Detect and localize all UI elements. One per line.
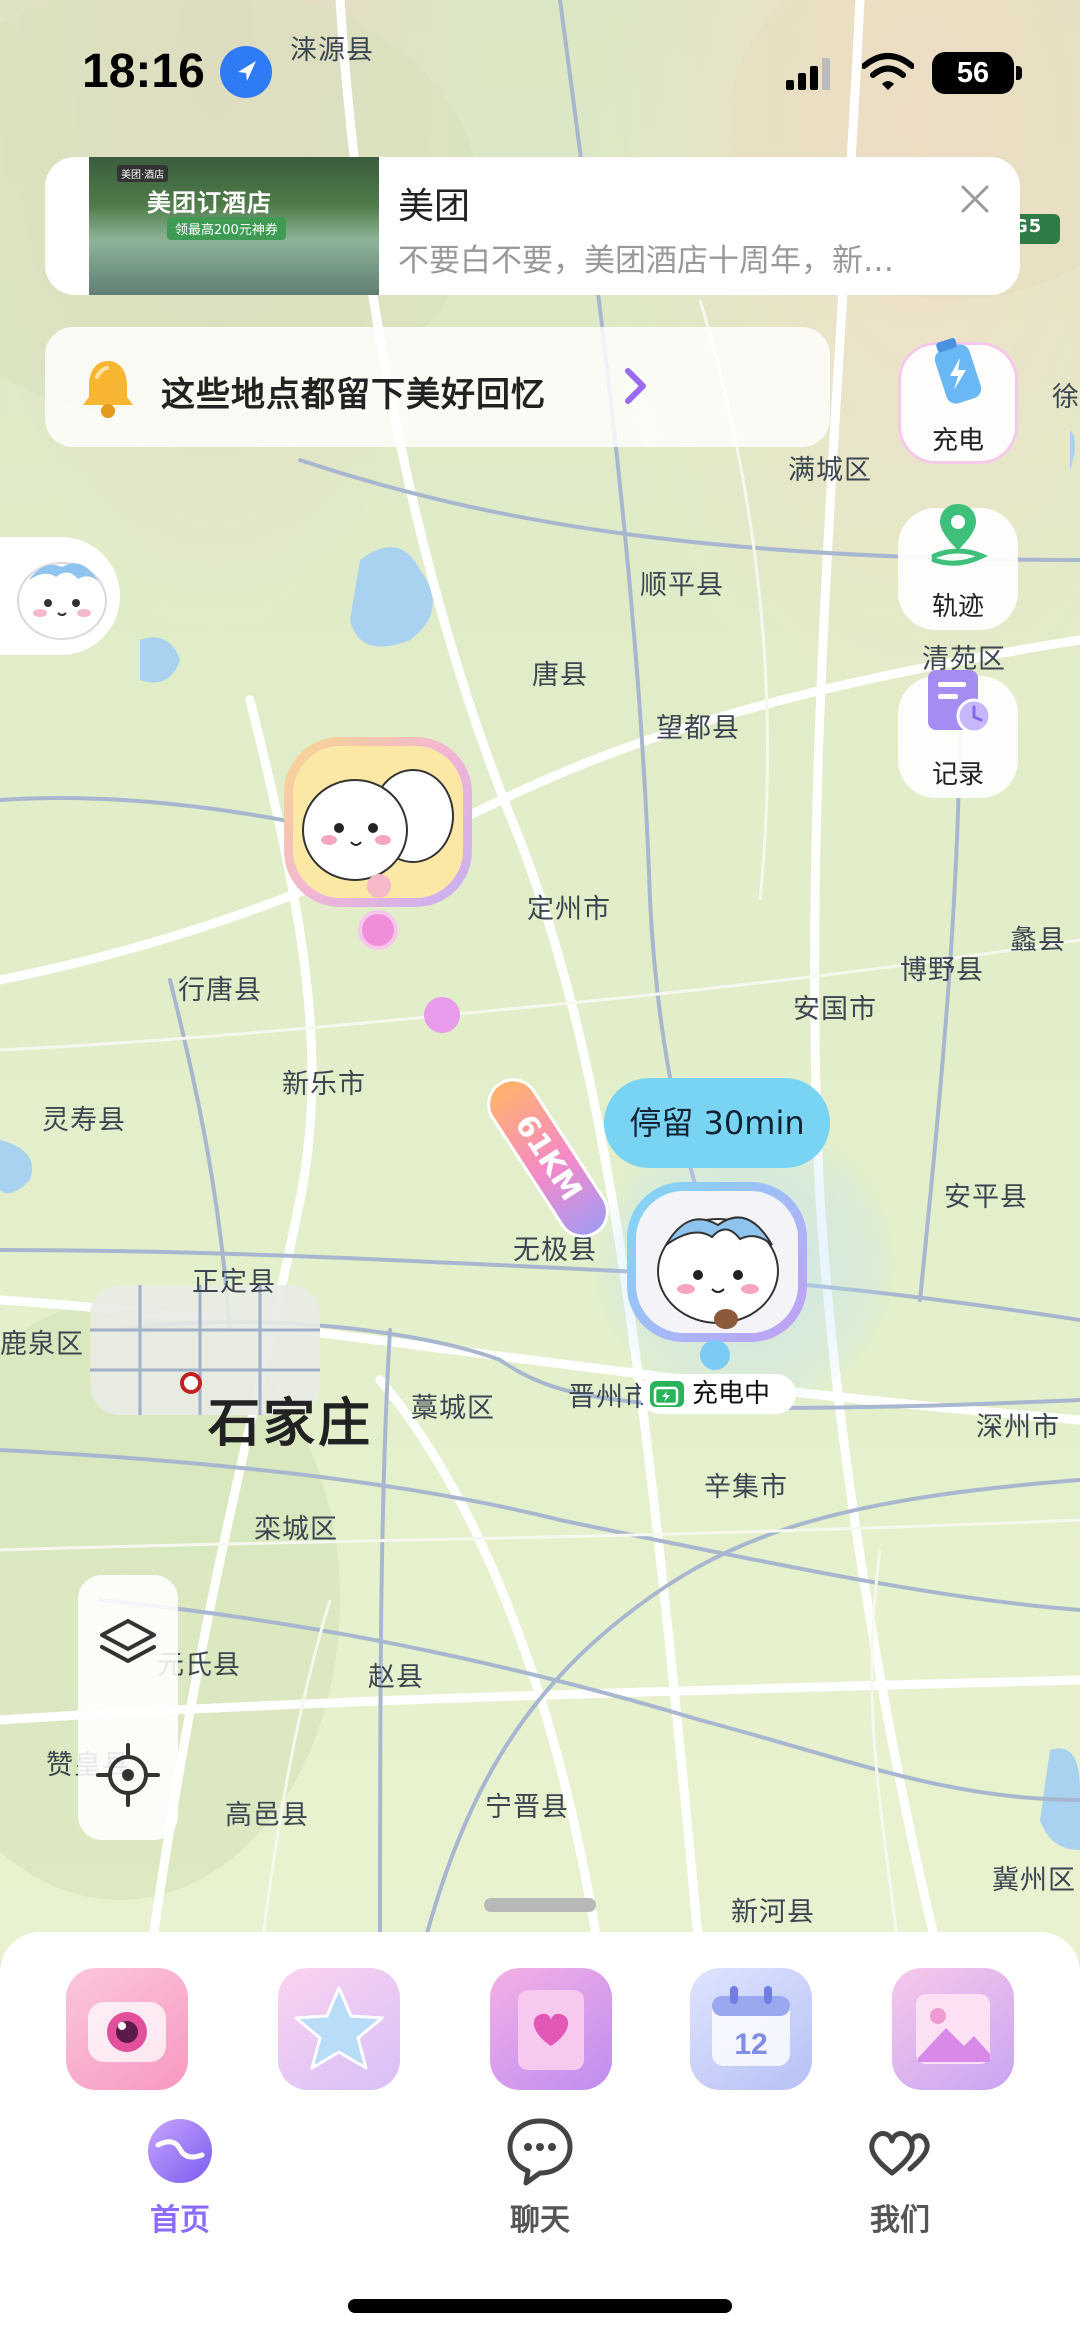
track-button[interactable]: 轨迹 bbox=[898, 504, 1018, 630]
cat-character-icon bbox=[636, 1191, 798, 1333]
map-label: 新河县 bbox=[731, 1897, 815, 1928]
map-label: 辛集市 bbox=[704, 1472, 788, 1503]
star-tool-button[interactable] bbox=[278, 1968, 400, 2090]
map-label: 宁晋县 bbox=[485, 1792, 569, 1823]
tab-home[interactable]: 首页 bbox=[90, 2115, 270, 2238]
bear-character-icon bbox=[293, 746, 463, 898]
status-bar: 18:16 56 bbox=[0, 0, 1080, 140]
map-label: 高邑县 bbox=[225, 1800, 309, 1831]
friend-location-marker[interactable] bbox=[284, 737, 472, 907]
locate-me-icon[interactable] bbox=[78, 1725, 178, 1825]
map-label: 藁城区 bbox=[411, 1393, 495, 1424]
heart-book-icon bbox=[518, 1990, 584, 2070]
close-icon[interactable] bbox=[955, 179, 995, 219]
map-pin-icon bbox=[931, 504, 989, 566]
map-label: 行唐县 bbox=[178, 975, 262, 1006]
bell-icon bbox=[83, 361, 133, 418]
my-avatar bbox=[636, 1191, 798, 1333]
ad-description: 不要白不要，美团酒店十周年，新… bbox=[398, 243, 894, 279]
cat-character-icon bbox=[17, 562, 107, 640]
planet-home-icon bbox=[148, 2119, 212, 2183]
charge-label: 充电 bbox=[931, 426, 984, 456]
record-button[interactable]: 记录 bbox=[898, 670, 1018, 798]
map-controls bbox=[78, 1575, 178, 1840]
memory-banner-text: 这些地点都留下美好回忆 bbox=[161, 375, 546, 415]
calendar-tool-button[interactable]: 12 bbox=[690, 1968, 812, 2090]
map-label: 满城区 bbox=[788, 455, 872, 486]
map-label: 深州市 bbox=[976, 1412, 1060, 1443]
record-clock-icon bbox=[928, 670, 992, 734]
status-time: 18:16 bbox=[82, 45, 205, 98]
charging-label: 充电中 bbox=[692, 1379, 771, 1409]
ad-thumb-tag: 美团·酒店 bbox=[117, 165, 169, 182]
home-indicator bbox=[348, 2299, 732, 2313]
ad-thumb-title: 美团订酒店 bbox=[147, 189, 272, 217]
tab-us-label: 我们 bbox=[870, 2203, 930, 2238]
map-label: 新乐市 bbox=[282, 1069, 366, 1100]
map-label: 博野县 bbox=[900, 955, 984, 986]
tab-us[interactable]: 我们 bbox=[810, 2115, 990, 2238]
star-icon bbox=[294, 1986, 384, 2070]
chevron-right-icon bbox=[625, 368, 646, 404]
map-label: 赵县 bbox=[368, 1662, 424, 1693]
tab-chat[interactable]: 聊天 bbox=[450, 2115, 630, 2238]
camera-icon bbox=[88, 2002, 166, 2062]
ad-title: 美团 bbox=[398, 186, 471, 227]
battery-charge-icon bbox=[934, 338, 982, 404]
map-label: 灵寿县 bbox=[42, 1105, 126, 1136]
battery-indicator: 56 bbox=[932, 52, 1014, 94]
my-location-marker[interactable] bbox=[627, 1182, 807, 1342]
camera-tool-button[interactable] bbox=[66, 1968, 188, 2090]
stay-duration-bubble: 停留 30min bbox=[604, 1078, 830, 1168]
map-label: 唐县 bbox=[532, 660, 588, 691]
my-location-dot bbox=[700, 1340, 730, 1370]
map-label: 顺平县 bbox=[640, 570, 724, 601]
tab-chat-label: 聊天 bbox=[510, 2203, 570, 2238]
map-label: 蠡县 bbox=[1010, 925, 1066, 956]
map-label: 栾城区 bbox=[254, 1514, 338, 1545]
map-label-city: 石家庄 bbox=[208, 1394, 374, 1454]
chat-bubble-icon bbox=[507, 2118, 573, 2186]
diary-tool-button[interactable] bbox=[490, 1968, 612, 2090]
double-heart-icon bbox=[869, 2131, 930, 2176]
charge-button[interactable]: 充电 bbox=[898, 338, 1018, 464]
friend-location-dot bbox=[358, 910, 398, 950]
charging-battery-icon bbox=[650, 1381, 684, 1407]
partner-avatar[interactable] bbox=[0, 537, 120, 655]
record-label: 记录 bbox=[931, 760, 984, 790]
map-label: 正定县 bbox=[192, 1267, 276, 1298]
ad-banner[interactable]: 美团·酒店 美团订酒店 领最高200元神券 美团 不要白不要，美团酒店十周年，新… bbox=[45, 157, 1020, 295]
cellular-signal-icon bbox=[786, 58, 830, 90]
wifi-icon bbox=[862, 53, 914, 90]
route-point-dot bbox=[424, 997, 460, 1033]
ad-thumbnail[interactable]: 美团·酒店 美团订酒店 领最高200元神券 bbox=[89, 157, 379, 295]
memory-banner[interactable]: 这些地点都留下美好回忆 bbox=[45, 327, 830, 447]
battery-cap bbox=[1016, 66, 1022, 80]
map-label: 鹿泉区 bbox=[0, 1329, 84, 1360]
tab-home-label: 首页 bbox=[150, 2203, 210, 2238]
location-arrow-icon bbox=[220, 46, 272, 98]
map-label: 冀州区 bbox=[992, 1865, 1076, 1896]
sheet-drag-handle[interactable] bbox=[484, 1898, 596, 1912]
photo-album-icon bbox=[916, 1994, 990, 2064]
track-label: 轨迹 bbox=[931, 592, 984, 622]
map-label: 定州市 bbox=[527, 894, 611, 925]
charging-status-badge: 充电中 bbox=[640, 1374, 796, 1414]
map-label: 徐 bbox=[1052, 382, 1080, 413]
map-label: 望都县 bbox=[656, 713, 740, 744]
calendar-icon: 12 bbox=[712, 1986, 790, 2066]
ad-thumb-subtitle: 领最高200元神券 bbox=[167, 217, 286, 240]
svg-text:12: 12 bbox=[734, 2028, 767, 2061]
album-tool-button[interactable] bbox=[892, 1968, 1014, 2090]
friend-avatar bbox=[293, 746, 463, 898]
layers-icon[interactable] bbox=[78, 1595, 178, 1695]
map-label: 安国市 bbox=[793, 994, 877, 1025]
map-label: 安平县 bbox=[944, 1182, 1028, 1213]
